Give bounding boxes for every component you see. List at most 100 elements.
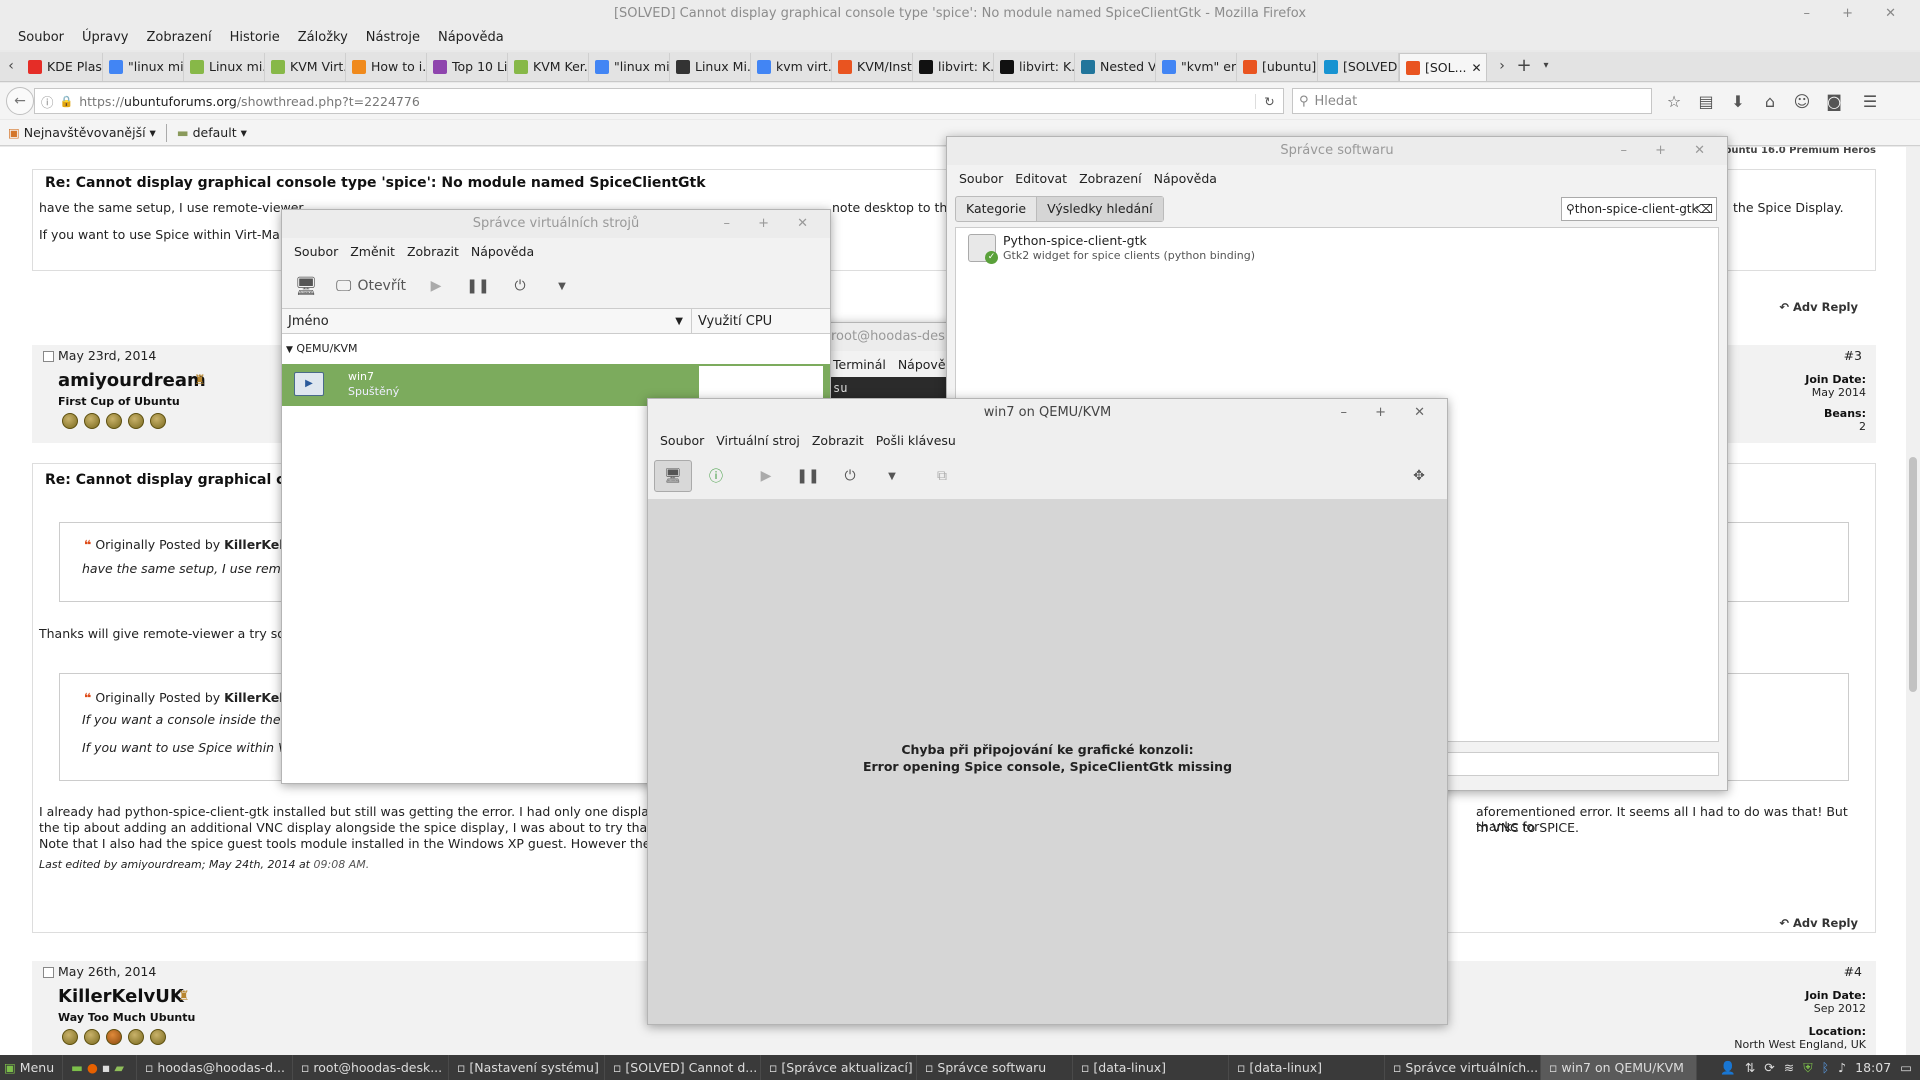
breadcrumb-categories[interactable]: Kategorie bbox=[956, 197, 1038, 221]
browser-tab[interactable]: KVM/Inst... bbox=[832, 53, 913, 81]
chat-icon[interactable]: ☺ bbox=[1786, 92, 1818, 111]
network-icon[interactable]: ⇅ bbox=[1745, 1060, 1755, 1075]
adv-reply-button[interactable]: ↶ Adv Reply bbox=[1779, 916, 1858, 930]
url-bar[interactable]: ⓘ 🔒 https://ubuntuforums.org/showthread.… bbox=[34, 88, 1284, 114]
browser-tab[interactable]: Nested V... bbox=[1075, 53, 1156, 81]
taskbar-window-button[interactable]: ▫ Správce softwaru bbox=[917, 1055, 1073, 1080]
reload-icon[interactable]: ↻ bbox=[1255, 93, 1283, 109]
shield-icon[interactable]: ⛨ bbox=[1803, 1060, 1812, 1076]
close-tab-icon[interactable]: ✕ bbox=[1472, 54, 1482, 81]
hamburger-menu-icon[interactable]: ☰ bbox=[1854, 92, 1886, 111]
post-4-number[interactable]: #4 bbox=[1844, 964, 1862, 979]
updates-icon[interactable]: ⟳ bbox=[1764, 1060, 1774, 1075]
breadcrumb-search-results[interactable]: Výsledky hledání bbox=[1037, 197, 1163, 221]
menu-help[interactable]: Nápověda bbox=[429, 26, 513, 50]
console-menu-file[interactable]: Soubor bbox=[654, 433, 710, 448]
console-menu-sendkey[interactable]: Pošli klávesu bbox=[870, 433, 962, 448]
back-icon[interactable]: ← bbox=[6, 87, 34, 115]
pause-icon[interactable]: ❚❚ bbox=[790, 460, 826, 492]
browser-tab[interactable]: KVM Virt... bbox=[265, 53, 346, 81]
details-info-icon[interactable]: ⓘ bbox=[698, 460, 734, 492]
firefox-icon[interactable]: ● bbox=[87, 1060, 102, 1075]
volume-icon[interactable]: ♪ bbox=[1838, 1060, 1846, 1075]
sw-menu-file[interactable]: Soubor bbox=[953, 171, 1009, 186]
pocket-icon[interactable]: ◙ bbox=[1818, 92, 1850, 111]
downloads-icon[interactable]: ⬇ bbox=[1722, 92, 1754, 111]
col-cpu-header[interactable]: Využití CPU bbox=[692, 309, 772, 333]
post-3-username[interactable]: amiyourdream bbox=[58, 370, 206, 391]
browser-tab[interactable]: [SOLVED... bbox=[1318, 53, 1399, 81]
new-tab-icon[interactable]: + bbox=[1513, 51, 1535, 81]
menu-history[interactable]: Historie bbox=[221, 26, 289, 50]
taskbar-window-button[interactable]: ▫ win7 on QEMU/KVM bbox=[1540, 1055, 1697, 1080]
post-checkbox[interactable] bbox=[43, 351, 54, 362]
sw-menu-view[interactable]: Zobrazení bbox=[1073, 171, 1148, 186]
fullscreen-icon[interactable]: ✥ bbox=[1401, 460, 1437, 492]
vm-menu-help[interactable]: Nápověda bbox=[465, 244, 540, 259]
pause-icon[interactable]: ❚❚ bbox=[460, 270, 496, 302]
show-desktop-icon[interactable]: ▭ bbox=[1900, 1060, 1912, 1075]
browser-tab[interactable]: libvirt: K... bbox=[913, 53, 994, 81]
browser-tab[interactable]: Top 10 Li... bbox=[427, 53, 508, 81]
most-visited-bookmark[interactable]: ▣ Nejnavštěvovanější ▾ bbox=[8, 125, 156, 140]
console-menu-view[interactable]: Zobrazit bbox=[806, 433, 870, 448]
vm-group-row[interactable]: ▼ QEMU/KVM bbox=[282, 334, 830, 364]
menu-tools[interactable]: Nástroje bbox=[357, 26, 429, 50]
home-icon[interactable]: ⌂ bbox=[1754, 92, 1786, 111]
result-row[interactable]: ✓ Python-spice-client-gtk Gtk2 widget fo… bbox=[956, 228, 1718, 268]
bookmark-star-icon[interactable]: ☆ bbox=[1658, 92, 1690, 111]
window-controls[interactable]: – + ✕ bbox=[723, 210, 820, 238]
menu-file[interactable]: Soubor bbox=[9, 26, 73, 50]
taskbar-window-button[interactable]: ▫ [SOLVED] Cannot d... bbox=[605, 1055, 761, 1080]
user-icon[interactable]: 👤 bbox=[1720, 1060, 1736, 1076]
sw-menu-edit[interactable]: Editovat bbox=[1009, 171, 1073, 186]
tab-list-icon[interactable]: ▾ bbox=[1535, 51, 1557, 81]
window-controls[interactable]: – + ✕ bbox=[1803, 0, 1910, 28]
taskbar-window-button[interactable]: ▫ [data-linux] bbox=[1073, 1055, 1229, 1080]
taskbar-window-button[interactable]: ▫ [Nastavení systému] bbox=[449, 1055, 605, 1080]
reading-list-icon[interactable]: ▤ bbox=[1690, 92, 1722, 111]
default-bookmark-folder[interactable]: ▬ default ▾ bbox=[177, 125, 247, 140]
files-icon[interactable]: ▰ bbox=[114, 1060, 128, 1075]
taskbar-window-button[interactable]: ▫ root@hoodas-desk... bbox=[293, 1055, 449, 1080]
post-checkbox[interactable] bbox=[43, 967, 54, 978]
menu-edit[interactable]: Úpravy bbox=[73, 26, 137, 50]
open-vm-button[interactable]: 🖵 Otevřít bbox=[330, 270, 412, 302]
snapshot-icon[interactable]: ⧉ bbox=[924, 460, 960, 492]
browser-tab[interactable]: kvm virt... bbox=[751, 53, 832, 81]
power-icon[interactable]: ⏻ bbox=[832, 460, 868, 492]
bluetooth-icon[interactable]: ᛒ bbox=[1822, 1060, 1830, 1075]
sw-menu-help[interactable]: Nápověda bbox=[1148, 171, 1223, 186]
vm-menu-view[interactable]: Zobrazit bbox=[401, 244, 465, 259]
console-menu-vm[interactable]: Virtuální stroj bbox=[710, 433, 806, 448]
tab-scroll-right-icon[interactable]: › bbox=[1491, 51, 1513, 81]
terminal-menu-help[interactable]: Nápově bbox=[892, 357, 952, 372]
taskbar-window-button[interactable]: ▫ hoodas@hoodas-d... bbox=[137, 1055, 293, 1080]
post-4-username[interactable]: KillerKelvUK bbox=[58, 986, 184, 1007]
window-controls[interactable]: – + ✕ bbox=[1620, 137, 1717, 165]
wifi-icon[interactable]: ≋ bbox=[1784, 1060, 1794, 1075]
start-menu-button[interactable]: ▣ Menu bbox=[0, 1055, 64, 1080]
browser-tab[interactable]: [ubuntu] ... bbox=[1237, 53, 1318, 81]
browser-tab[interactable]: How to i... bbox=[346, 53, 427, 81]
browser-tab[interactable]: KVM Ker... bbox=[508, 53, 589, 81]
terminal-icon[interactable]: ▪ bbox=[102, 1060, 114, 1075]
browser-tab[interactable]: KDE Plas... bbox=[22, 53, 103, 81]
search-bar[interactable]: ⚲ Hledat bbox=[1292, 88, 1652, 114]
browser-tab[interactable]: [SOL... ✕ bbox=[1399, 53, 1487, 81]
clear-search-icon[interactable]: ⌫ bbox=[1696, 198, 1713, 220]
browser-tab[interactable]: "linux mi... bbox=[589, 53, 670, 81]
scrollbar-thumb[interactable] bbox=[1909, 457, 1917, 692]
taskbar-window-button[interactable]: ▫ [Správce aktualizací] bbox=[761, 1055, 917, 1080]
power-icon[interactable]: ⏻ bbox=[502, 270, 538, 302]
window-controls[interactable]: – + ✕ bbox=[1340, 399, 1437, 427]
taskbar-window-button[interactable]: ▫ [data-linux] bbox=[1229, 1055, 1385, 1080]
adv-reply-button[interactable]: ↶ Adv Reply bbox=[1779, 300, 1858, 314]
info-icon[interactable]: ⓘ bbox=[41, 92, 54, 111]
browser-tab[interactable]: "linux mi... bbox=[103, 53, 184, 81]
chevron-down-icon[interactable]: ▼ bbox=[544, 270, 580, 302]
tab-scroll-left-icon[interactable]: ‹ bbox=[0, 51, 22, 81]
vm-menu-file[interactable]: Soubor bbox=[288, 244, 344, 259]
taskbar-window-button[interactable]: ▫ Správce virtuálních... bbox=[1385, 1055, 1541, 1080]
browser-tab[interactable]: "kvm" er... bbox=[1156, 53, 1237, 81]
